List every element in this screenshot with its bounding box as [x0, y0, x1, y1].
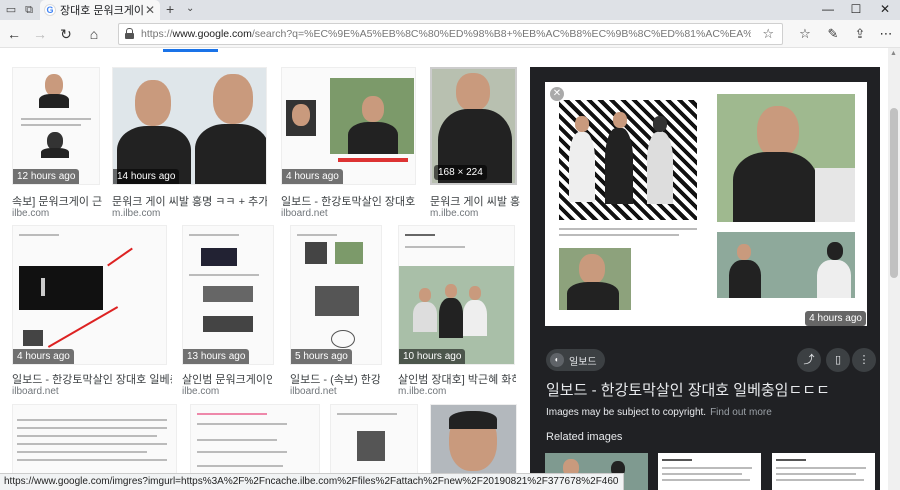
more-icon[interactable]: ⋮ — [852, 348, 876, 372]
save-icon[interactable]: ▯ — [826, 348, 850, 372]
tabs-aside-icon[interactable]: ⧉ — [22, 3, 36, 17]
google-favicon-icon: G — [44, 4, 56, 16]
close-icon[interactable]: ✕ — [144, 3, 156, 17]
related-image[interactable] — [658, 453, 761, 490]
favorites-icon[interactable]: ☆ — [797, 26, 813, 42]
forward-icon[interactable]: → — [32, 26, 48, 42]
tab-title: 장대호 문워크게이 - Go — [60, 5, 144, 17]
maximize-icon[interactable]: ☐ — [848, 2, 864, 16]
scroll-thumb[interactable] — [890, 108, 898, 278]
image-preview-panel: ✕ 4 hours ago ◐ 일보드 ⤴ ▯ ⋮ 일보드 - 한강토막살인 장… — [530, 67, 880, 490]
copyright-notice: Images may be subject to copyright. Find … — [546, 407, 772, 418]
address-text[interactable]: https://www.google.com/search?q=%EC%9E%A… — [141, 28, 751, 40]
site-favicon-icon: ◐ — [550, 353, 564, 367]
favorite-star-icon[interactable]: ☆ — [762, 26, 774, 42]
chevron-down-icon[interactable]: ⌄ — [186, 3, 194, 14]
lock-icon — [125, 28, 134, 39]
address-bar[interactable]: https://www.google.com/search?q=%EC%9E%A… — [118, 23, 783, 45]
more-icon[interactable]: ⋯ — [878, 26, 894, 42]
page-scrollbar[interactable]: ▲ — [888, 48, 900, 490]
tab-indicator — [163, 49, 218, 52]
preview-image[interactable] — [545, 82, 867, 326]
refresh-icon[interactable]: ↻ — [58, 26, 74, 42]
preview-title[interactable]: 일보드 - 한강토막살인 장대호 일베충임ㄷㄷㄷ — [546, 379, 830, 400]
site-link[interactable]: ◐ 일보드 — [546, 349, 605, 371]
browser-toolbar: ← → ↻ ⌂ https://www.google.com/search?q=… — [0, 20, 900, 48]
share-icon[interactable]: ⤴ — [797, 348, 821, 372]
tab-actions-icon[interactable]: ▭ — [4, 3, 18, 17]
new-tab-icon[interactable]: + — [166, 1, 174, 17]
pen-icon[interactable]: ✎ — [825, 26, 841, 42]
share-icon[interactable]: ⇪ — [852, 26, 868, 42]
home-icon[interactable]: ⌂ — [86, 26, 102, 42]
tab-active[interactable]: G 장대호 문워크게이 - Go ✕ — [40, 0, 160, 20]
minimize-icon[interactable]: — — [820, 2, 836, 16]
tab-strip: ▭ ⧉ G 장대호 문워크게이 - Go ✕ + ⌄ — ☐ ✕ — [0, 0, 900, 20]
window-close-icon[interactable]: ✕ — [877, 2, 893, 16]
status-bar-url: https://www.google.com/imgres?imgurl=htt… — [0, 473, 624, 490]
find-out-more-link[interactable]: Find out more — [710, 407, 772, 418]
preview-age: 4 hours ago — [805, 311, 866, 326]
related-image[interactable] — [772, 453, 875, 490]
search-results-page: 12 hours ago 속보] 문워크게이 근황... ilbe.com 14… — [0, 49, 888, 490]
scroll-up-icon[interactable]: ▲ — [890, 50, 897, 57]
close-icon[interactable]: ✕ — [550, 87, 564, 101]
back-icon[interactable]: ← — [6, 26, 22, 42]
related-images-heading: Related images — [546, 431, 623, 443]
